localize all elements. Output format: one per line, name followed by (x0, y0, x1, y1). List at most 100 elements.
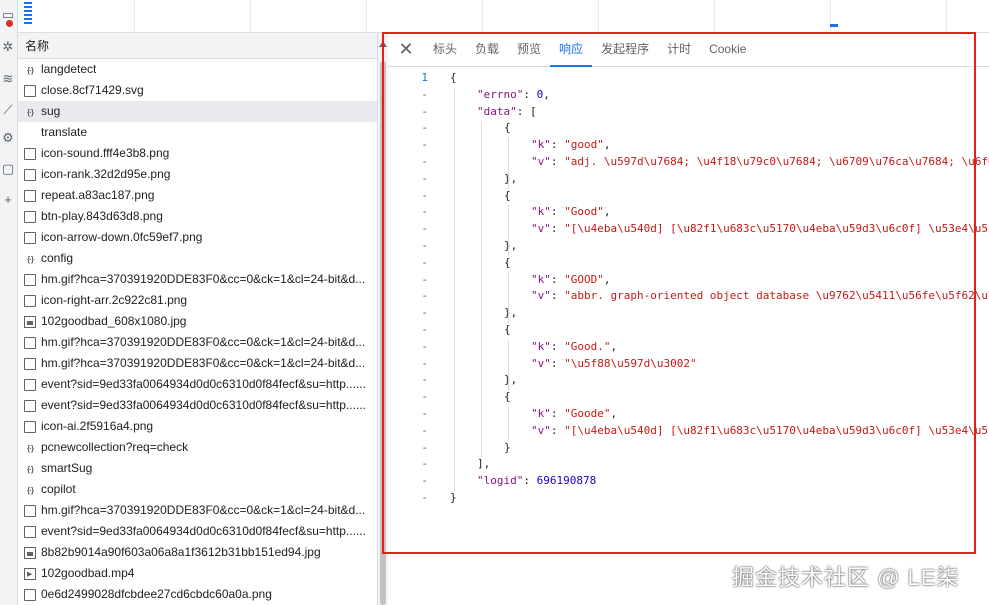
line-number: - (421, 373, 428, 387)
request-row[interactable]: hm.gif?hca=370391920DDE83F0&cc=0&ck=1&cl… (18, 500, 377, 521)
timeline-gridline (134, 0, 135, 33)
request-row[interactable]: hm.gif?hca=370391920DDE83F0&cc=0&ck=1&cl… (18, 269, 377, 290)
request-row[interactable]: sug (18, 101, 377, 122)
code-token: { (504, 121, 511, 135)
tab-4[interactable]: 发起程序 (592, 32, 658, 66)
line-number: - (421, 474, 428, 488)
indent-guide (508, 272, 509, 323)
request-row[interactable]: icon-sound.fff4e3b8.png (18, 143, 377, 164)
performance-icon[interactable]: ⟋ (1, 103, 15, 117)
tab-1[interactable]: 负载 (466, 32, 508, 66)
tab-3[interactable]: 响应 (550, 32, 593, 67)
request-row[interactable]: 8b82b9014a90f603a06a8a1f3612b31bb151ed94… (18, 542, 377, 563)
wifi-icon[interactable]: ≋ (1, 72, 15, 86)
application-panel-icon[interactable]: ▢ (1, 162, 15, 176)
request-name: 8b82b9014a90f603a06a8a1f3612b31bb151ed94… (41, 545, 321, 559)
request-name: icon-arrow-down.0fc59ef7.png (41, 230, 203, 244)
line-gutter: 1 - - - - - - - - - - - - - - - - - - - - - - - - - (388, 68, 432, 605)
code-token: , (610, 407, 618, 420)
code-token: "v" (531, 289, 551, 303)
line-number: - (421, 339, 428, 353)
watermark: 掘金技术社区 @ LE柒 (732, 565, 960, 590)
doc-file-icon (24, 378, 36, 391)
add-panel-icon[interactable]: + (1, 193, 15, 207)
code-line: "errno": 0, (477, 86, 550, 103)
request-row[interactable]: btn-play.843d63d8.png (18, 206, 377, 227)
code-line: "logid": 696190878 (477, 472, 596, 489)
request-name: smartSug (41, 461, 93, 475)
scroll-up-icon[interactable] (379, 41, 387, 47)
code-token: "k" (531, 205, 551, 219)
timeline-gridline (830, 0, 831, 33)
request-name: hm.gif?hca=370391920DDE83F0&cc=0&ck=1&cl… (41, 356, 366, 370)
doc-file-icon (24, 231, 36, 244)
request-row[interactable]: 102goodbad.mp4 (18, 563, 377, 584)
close-icon[interactable]: ✕ (388, 32, 424, 66)
code-line: }, (504, 170, 517, 187)
img-file-icon (24, 315, 36, 328)
response-viewer[interactable]: 1------------------------- {"errno": 0, "… (388, 68, 989, 605)
code-token: "k" (531, 339, 551, 353)
code-line: "v": "\u5f88\u597d\u3002" (531, 355, 697, 372)
line-number: - (421, 205, 428, 219)
line-number: - (421, 440, 428, 454)
request-name: event?sid=9ed33fa0064934d0d0c6310d0f84fe… (41, 377, 366, 391)
request-row[interactable]: translate (18, 122, 377, 143)
scrollbar-thumb[interactable] (380, 61, 386, 605)
code-line: }, (504, 371, 517, 388)
request-name: icon-right-arr.2c922c81.png (41, 293, 188, 307)
doc-file-icon (24, 420, 36, 433)
error-indicator-dot (6, 20, 13, 27)
code-token: : (550, 339, 565, 353)
doc-file-icon (24, 525, 36, 538)
request-row[interactable]: langdetect (18, 59, 377, 80)
request-row[interactable]: 0e6d2499028dfcbdee27cd6cbdc60a0a.png (18, 584, 377, 605)
request-row[interactable]: smartSug (18, 458, 377, 479)
request-row[interactable]: pcnewcollection?req=check (18, 437, 377, 458)
request-row[interactable]: config (18, 248, 377, 269)
tab-5[interactable]: 计时 (658, 32, 700, 66)
request-row[interactable]: hm.gif?hca=370391920DDE83F0&cc=0&ck=1&cl… (18, 332, 377, 353)
code-line: "v": "[\u4eba\u540d] [\u82f1\u683c\u5170… (531, 422, 989, 439)
tab-6[interactable]: Cookie (700, 32, 755, 66)
doc-file-icon (24, 168, 36, 181)
doc-file-icon (24, 273, 36, 286)
tab-0[interactable]: 标头 (424, 32, 466, 66)
code-token: } (504, 440, 511, 454)
request-row[interactable]: icon-ai.2f5916a4.png (18, 416, 377, 437)
code-token: "k" (531, 272, 551, 286)
tab-2[interactable]: 预览 (508, 32, 550, 66)
request-row[interactable]: close.8cf71429.svg (18, 80, 377, 101)
request-row[interactable]: icon-rank.32d2d95e.png (18, 164, 377, 185)
code-line: "data": [ (477, 103, 537, 120)
gear-icon[interactable]: ⚙ (1, 131, 15, 145)
code-line: { (504, 119, 511, 136)
code-line: }, (504, 304, 517, 321)
code-line: "v": "[\u4eba\u540d] [\u82f1\u683c\u5170… (531, 220, 989, 237)
request-row[interactable]: event?sid=9ed33fa0064934d0d0c6310d0f84fe… (18, 395, 377, 416)
request-row[interactable]: hm.gif?hca=370391920DDE83F0&cc=0&ck=1&cl… (18, 353, 377, 374)
request-row[interactable]: event?sid=9ed33fa0064934d0d0c6310d0f84fe… (18, 374, 377, 395)
line-number: - (421, 407, 428, 420)
request-row[interactable]: event?sid=9ed33fa0064934d0d0c6310d0f84fe… (18, 521, 377, 542)
timeline-gridline (482, 0, 483, 33)
request-row[interactable]: 102goodbad_608x1080.jpg (18, 311, 377, 332)
code-token: { (504, 323, 511, 336)
request-row[interactable]: icon-arrow-down.0fc59ef7.png (18, 227, 377, 248)
line-number: - (421, 138, 428, 152)
code-token: "Good" (564, 205, 604, 219)
code-token: , (603, 205, 611, 219)
request-name: icon-ai.2f5916a4.png (41, 419, 154, 433)
request-name: pcnewcollection?req=check (41, 440, 189, 454)
request-name: icon-rank.32d2d95e.png (41, 167, 171, 181)
bug-icon[interactable]: ✲ (1, 40, 15, 54)
request-row[interactable]: repeat.a83ac187.png (18, 185, 377, 206)
name-column-header[interactable]: 名称 (18, 33, 377, 59)
request-row[interactable]: icon-right-arr.2c922c81.png (18, 290, 377, 311)
code-line: }, (504, 237, 517, 254)
request-list-scrollbar[interactable] (378, 33, 388, 605)
network-timeline-overview[interactable] (18, 0, 989, 33)
request-row[interactable]: copilot (18, 479, 377, 500)
code-token: : (550, 155, 565, 168)
request-name: icon-sound.fff4e3b8.png (41, 146, 170, 160)
